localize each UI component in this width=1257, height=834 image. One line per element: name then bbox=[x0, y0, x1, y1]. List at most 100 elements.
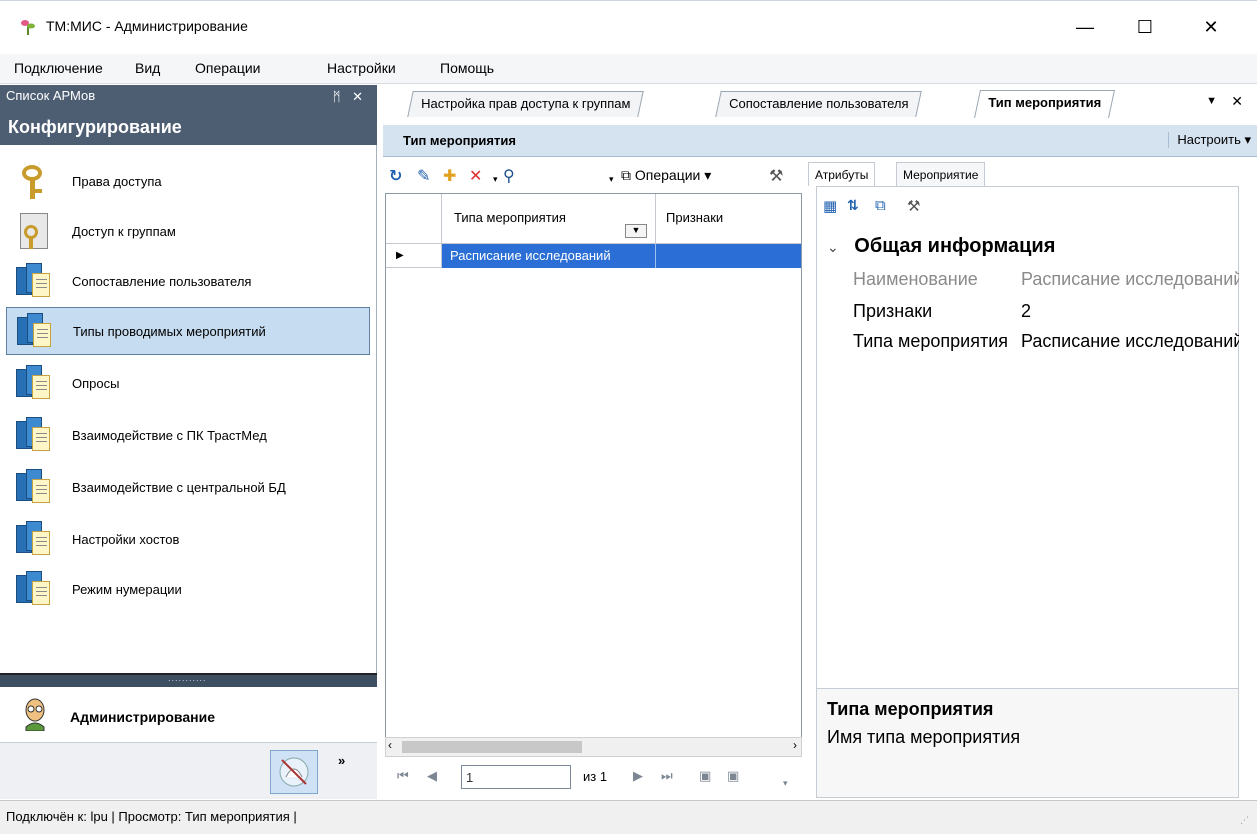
nav-item-surveys[interactable]: Опросы bbox=[6, 359, 370, 407]
operations-button[interactable]: ⧉ Операции ▾ bbox=[621, 167, 711, 184]
resize-grip-icon[interactable]: ⋰ bbox=[1240, 815, 1249, 826]
property-row[interactable]: Признаки 2 bbox=[853, 299, 1239, 329]
more-buttons-chevron[interactable]: » bbox=[338, 754, 345, 767]
document-header: Тип мероприятия Настроить ▾ bbox=[383, 125, 1257, 157]
property-name: Признаки bbox=[853, 301, 933, 321]
tab-attributes[interactable]: Атрибуты bbox=[808, 162, 876, 186]
dropdown-small-icon[interactable]: ▾ bbox=[609, 174, 614, 185]
table-row[interactable]: ▶ Расписание исследований bbox=[386, 244, 801, 268]
nav-item-label: Режим нумерации bbox=[72, 581, 182, 597]
nav-item-central-db[interactable]: Взаимодействие с центральной БД bbox=[6, 463, 370, 511]
section-title: Общая информация bbox=[854, 235, 1056, 257]
group-title: Конфигурирование bbox=[8, 117, 182, 137]
status-text: Подключён к: lpu | Просмотр: Тип меропри… bbox=[6, 809, 297, 824]
nav-item-trustmed[interactable]: Взаимодействие с ПК ТрастМед bbox=[6, 411, 370, 459]
minimize-button[interactable]: — bbox=[1062, 11, 1108, 43]
refresh-icon[interactable]: ↻ bbox=[389, 166, 402, 186]
menu-help[interactable]: Помощь bbox=[440, 60, 494, 76]
operations-label: Операции ▾ bbox=[634, 167, 712, 183]
property-pages-icon[interactable]: ⧉ bbox=[875, 197, 886, 214]
status-bar: Подключён к: lpu | Просмотр: Тип меропри… bbox=[0, 800, 1257, 834]
help-title: Типа мероприятия bbox=[827, 699, 994, 719]
section-header[interactable]: ⌄ Общая информация bbox=[827, 235, 1055, 258]
tab-user-mapping[interactable]: Сопоставление пользователя bbox=[715, 91, 923, 117]
edit-icon[interactable]: ✎ bbox=[417, 166, 430, 186]
find-icon[interactable]: ⚲ bbox=[503, 166, 515, 186]
tab-event[interactable]: Мероприятие bbox=[896, 162, 986, 186]
collapse-chevron-icon[interactable]: ⌄ bbox=[827, 239, 839, 255]
window-title: ТМ:МИС - Администрирование bbox=[46, 18, 248, 34]
configure-button[interactable]: Настроить ▾ bbox=[1168, 132, 1251, 148]
menu-settings[interactable]: Настройки bbox=[327, 60, 396, 76]
save-icon[interactable]: ▣ bbox=[699, 768, 711, 784]
nav-item-event-types[interactable]: Типы проводимых мероприятий bbox=[6, 307, 370, 355]
ghost-icon bbox=[279, 757, 309, 787]
prev-page-icon[interactable]: ◀ bbox=[427, 768, 437, 784]
menu-operations[interactable]: Операции bbox=[195, 60, 261, 76]
sort-alpha-icon[interactable]: ⇅ bbox=[847, 197, 859, 214]
admin-group-label: Администрирование bbox=[70, 709, 215, 725]
next-page-icon[interactable]: ▶ bbox=[633, 768, 643, 784]
nav-item-access-rights[interactable]: Права доступа bbox=[6, 157, 370, 205]
tab-close-icon[interactable]: ✕ bbox=[1231, 93, 1243, 110]
close-button[interactable]: ✕ bbox=[1188, 11, 1234, 43]
scroll-left-icon[interactable]: ‹ bbox=[388, 738, 392, 752]
property-value[interactable]: Расписание исследований bbox=[1021, 269, 1239, 290]
menu-view[interactable]: Вид bbox=[135, 60, 160, 76]
cell-type[interactable]: Расписание исследований bbox=[442, 244, 656, 268]
column-header-type[interactable]: Типа мероприятия ▼ bbox=[442, 194, 656, 244]
nav-item-label: Сопоставление пользователя bbox=[72, 273, 252, 289]
maximize-button[interactable]: ☐ bbox=[1122, 11, 1168, 43]
overflow-strip bbox=[0, 743, 377, 799]
nav-item-label: Взаимодействие с центральной БД bbox=[72, 479, 286, 495]
filter-dropdown-icon[interactable]: ▼ bbox=[625, 224, 647, 238]
dropdown-small-icon[interactable]: ▾ bbox=[493, 174, 498, 185]
property-name: Типа мероприятия bbox=[853, 331, 1009, 351]
tools-icon[interactable]: ⚒ bbox=[769, 166, 783, 186]
help-description: Имя типа мероприятия bbox=[827, 727, 1021, 747]
column-header-label: Типа мероприятия bbox=[454, 210, 566, 225]
menu-connection[interactable]: Подключение bbox=[14, 60, 103, 76]
folders-icon bbox=[14, 261, 54, 301]
nav-item-user-mapping[interactable]: Сопоставление пользователя bbox=[6, 257, 370, 305]
last-page-icon[interactable]: ⏭ bbox=[661, 768, 673, 784]
folders-icon bbox=[14, 519, 54, 559]
column-header-label: Признаки bbox=[666, 210, 724, 225]
pin-close-controls[interactable]: ᛗ ✕ bbox=[333, 89, 367, 105]
property-row[interactable]: Наименование Расписание исследований bbox=[853, 267, 1239, 297]
tab-event-type[interactable]: Тип мероприятия bbox=[974, 90, 1115, 118]
dropdown-small-icon[interactable]: ▾ bbox=[783, 778, 788, 789]
nav-item-numbering-mode[interactable]: Режим нумерации bbox=[6, 565, 370, 613]
admin-avatar-icon bbox=[25, 698, 45, 731]
grid-header: Типа мероприятия ▼ Признаки bbox=[386, 194, 801, 244]
nav-item-label: Доступ к группам bbox=[72, 223, 176, 239]
scroll-right-icon[interactable]: › bbox=[793, 738, 797, 752]
tools-icon[interactable]: ⚒ bbox=[907, 197, 920, 215]
nav-item-label: Взаимодействие с ПК ТрастМед bbox=[72, 427, 267, 443]
cancel-icon[interactable]: ▣ bbox=[727, 768, 739, 784]
nav-item-host-settings[interactable]: Настройки хостов bbox=[6, 515, 370, 563]
property-name: Наименование bbox=[853, 269, 978, 289]
horizontal-scrollbar[interactable]: ‹ › bbox=[385, 737, 802, 757]
tab-group-access-settings[interactable]: Настройка прав доступа к группам bbox=[407, 91, 645, 117]
page-number-input[interactable] bbox=[461, 765, 571, 789]
ghost-toggle-button[interactable] bbox=[270, 750, 318, 794]
add-icon[interactable]: ✚ bbox=[443, 166, 456, 186]
nav-item-group-access[interactable]: Доступ к группам bbox=[6, 207, 370, 255]
nav-item-label: Настройки хостов bbox=[72, 531, 180, 547]
event-types-grid: Типа мероприятия ▼ Признаки ▶ Расписание… bbox=[385, 193, 802, 753]
first-page-icon[interactable]: ⏮ bbox=[397, 768, 409, 784]
property-row[interactable]: Типа мероприятия Расписание исследований bbox=[853, 329, 1239, 359]
copy-icon: ⧉ bbox=[621, 167, 631, 183]
door-key-icon bbox=[14, 211, 54, 251]
column-header-flags[interactable]: Признаки bbox=[656, 194, 801, 244]
grid-toolbar: ↻ ✎ ✚ ✕ ▾ ⚲ ▾ ⧉ Операции ▾ ⚒ bbox=[383, 158, 803, 192]
scroll-thumb[interactable] bbox=[402, 741, 582, 753]
cell-flags[interactable] bbox=[656, 244, 801, 268]
property-value[interactable]: Расписание исследований bbox=[1021, 331, 1239, 352]
delete-icon[interactable]: ✕ bbox=[469, 166, 482, 186]
property-value[interactable]: 2 bbox=[1021, 301, 1239, 322]
tab-label: Сопоставление пользователя bbox=[729, 96, 909, 111]
categorized-icon[interactable]: ▦ bbox=[823, 197, 837, 215]
tab-list-dropdown[interactable]: ▼ bbox=[1206, 95, 1217, 107]
